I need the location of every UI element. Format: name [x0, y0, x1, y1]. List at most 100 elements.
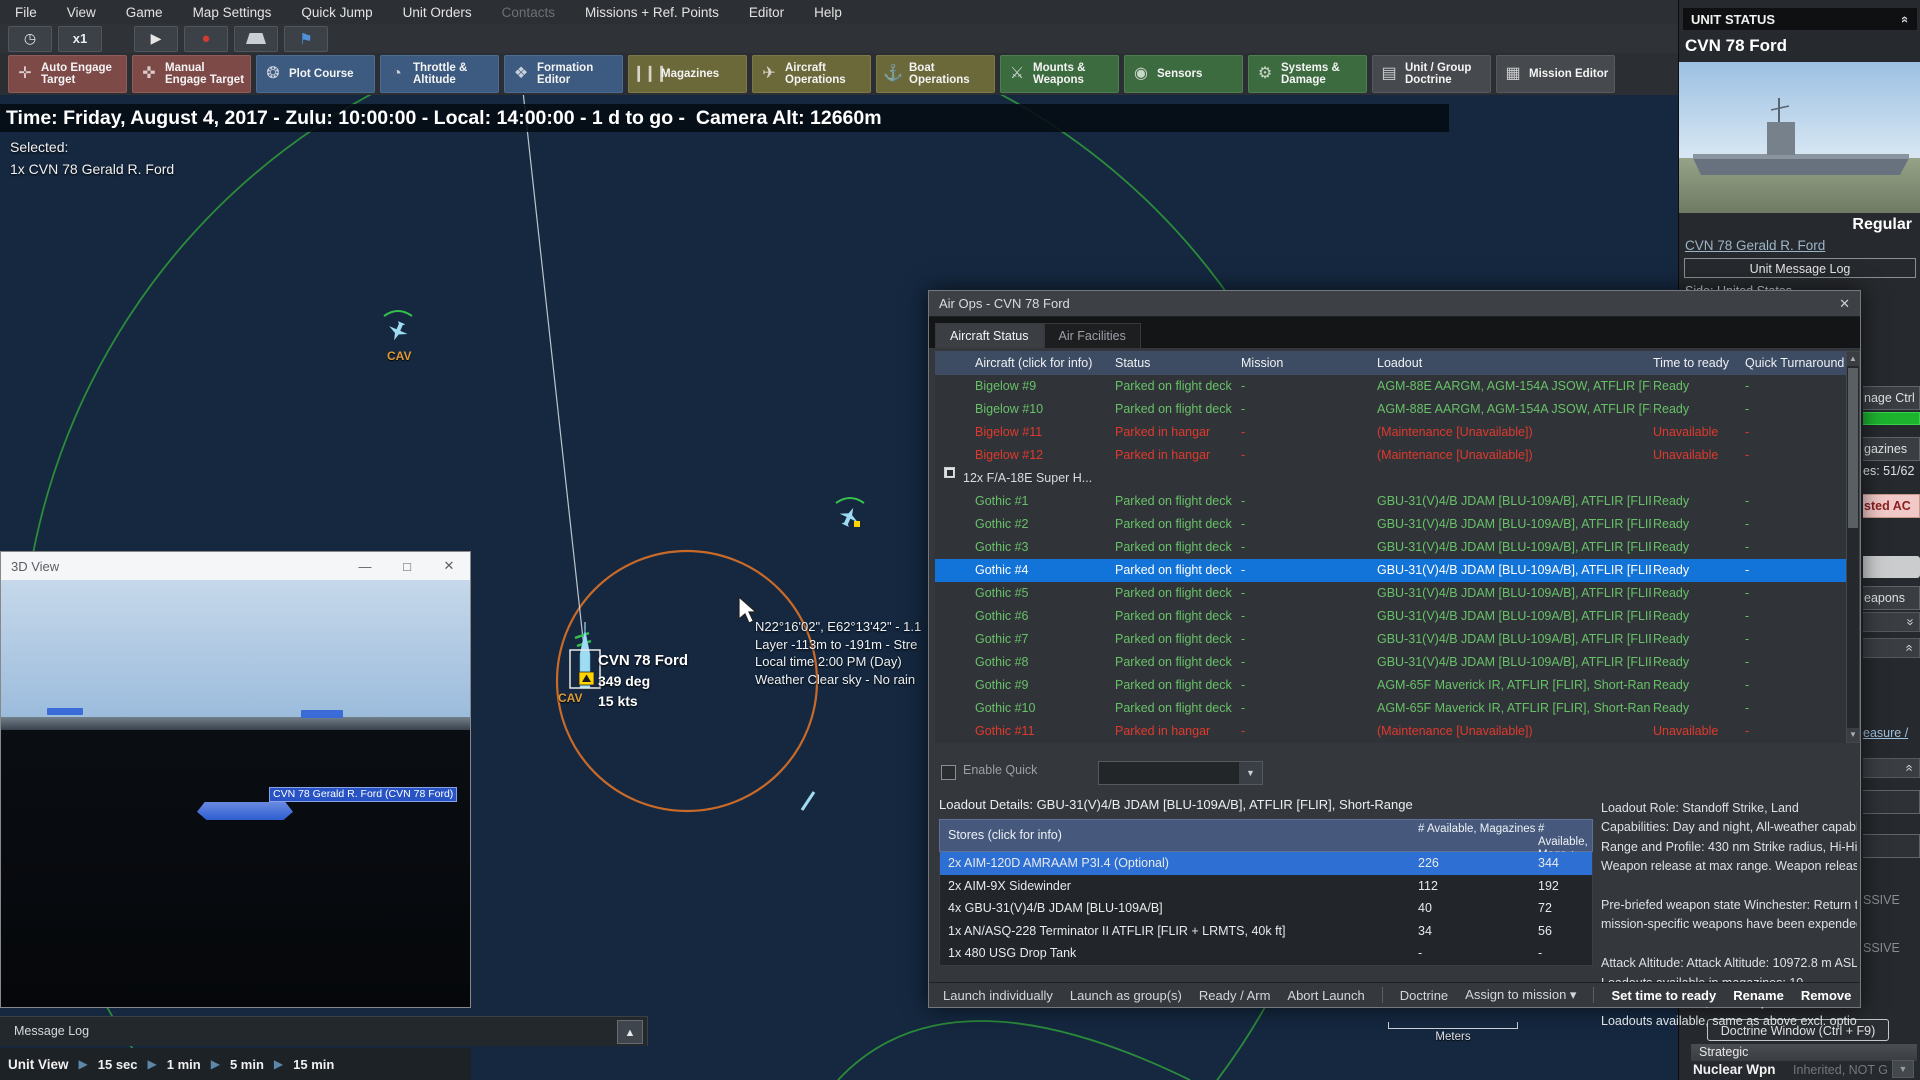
message-log-bar[interactable]: Message Log ▲ — [0, 1016, 648, 1046]
aircraft-row[interactable]: Bigelow #9 Parked on flight deck - AGM-88E … — [935, 375, 1846, 398]
aircraft-row[interactable]: Gothic #3 Parked on flight deck - GBU-31(V)… — [935, 536, 1846, 559]
group-collapse-checkbox[interactable] — [944, 467, 955, 478]
ribbon-magazines[interactable]: ❙❙❙ Magazines — [628, 55, 747, 93]
quick-turnaround-dropdown[interactable]: ▼ — [1098, 761, 1263, 785]
time-step-5-min[interactable]: 5 min — [230, 1057, 264, 1072]
step-arrow-icon[interactable]: ▶ — [79, 1057, 88, 1071]
damage-ctrl-button-clipped[interactable]: nage Ctrl — [1863, 386, 1920, 410]
aircraft-row[interactable]: Gothic #10 Parked on flight deck - AGM-65F … — [935, 697, 1846, 720]
store-row[interactable]: 1x 480 USG Drop Tank - - — [940, 942, 1592, 965]
store-row[interactable]: 2x AIM-120D AMRAAM P3I.4 (Optional) 226 34… — [940, 852, 1592, 875]
aircraft-icon[interactable] — [835, 497, 865, 529]
magazines-button-clipped[interactable]: gazines — [1863, 437, 1920, 461]
step-arrow-icon[interactable]: ▶ — [274, 1057, 283, 1071]
ribbon-unit-group-doctrine[interactable]: ▤ Unit / Group Doctrine — [1372, 55, 1491, 93]
aircraft-icon[interactable] — [800, 791, 816, 811]
menu-item-unit-orders[interactable]: Unit Orders — [388, 5, 487, 20]
ribbon-aircraft-operations[interactable]: ✈ Aircraft Operations — [752, 55, 871, 93]
viewer-3d-scene[interactable]: CVN 78 Gerald R. Ford (CVN 78 Ford) — [1, 580, 470, 1007]
aircraft-row[interactable]: 12x F/A-18E Super H... — [935, 467, 1846, 490]
hosted-ac-button-clipped[interactable]: sted AC — [1863, 494, 1920, 518]
map-display-button[interactable] — [234, 25, 278, 52]
aircraft-row[interactable]: Bigelow #10 Parked on flight deck - AGM-88E… — [935, 398, 1846, 421]
assign-to-mission-button[interactable]: Assign to mission ▾ — [1465, 987, 1576, 1003]
time-step-15-min[interactable]: 15 min — [293, 1057, 334, 1072]
sim-clock-button[interactable]: ◷ — [8, 25, 52, 52]
store-row[interactable]: 2x AIM-9X Sidewinder 112 192 — [940, 875, 1592, 898]
aircraft-row[interactable]: Gothic #7 Parked on flight deck - GBU-31(V)… — [935, 628, 1846, 651]
ribbon-formation-editor[interactable]: ❖ Formation Editor — [504, 55, 623, 93]
set-time-to-ready-button[interactable]: Set time to ready — [1611, 988, 1716, 1003]
time-compression-button[interactable]: x1 — [58, 25, 102, 52]
launch-individually-button[interactable]: Launch individually — [943, 988, 1053, 1003]
aircraft-icon[interactable] — [383, 310, 413, 344]
collapse-bar-clipped[interactable]: « — [1863, 638, 1920, 658]
aircraft-row[interactable]: Bigelow #11 Parked in hangar - (Maintenance… — [935, 421, 1846, 444]
input-clipped[interactable] — [1863, 556, 1920, 578]
aircraft-row[interactable]: Gothic #11 Parked in hangar - (Maintenance … — [935, 720, 1846, 743]
measure-link-clipped[interactable]: easure / — [1863, 726, 1920, 742]
ribbon-throttle-altitude[interactable]: ◔ Throttle & Altitude — [380, 55, 499, 93]
enable-quick-checkbox[interactable] — [941, 765, 956, 780]
abort-launch-button[interactable]: Abort Launch — [1287, 988, 1364, 1003]
ribbon-mounts-weapons[interactable]: ⚔ Mounts & Weapons — [1000, 55, 1119, 93]
menu-item-map-settings[interactable]: Map Settings — [178, 5, 287, 20]
ribbon-mission-editor[interactable]: ▦ Mission Editor — [1496, 55, 1615, 93]
scrollbar-thumb[interactable] — [1848, 368, 1858, 528]
rename-button[interactable]: Rename — [1733, 988, 1784, 1003]
viewer-3d-titlebar[interactable]: 3D View — □ ✕ — [1, 552, 470, 580]
button-clipped[interactable] — [1863, 834, 1920, 858]
collapse-bar-clipped[interactable]: « — [1863, 758, 1920, 778]
menu-item-quick-jump[interactable]: Quick Jump — [286, 5, 387, 20]
menu-item-missions-ref-points[interactable]: Missions + Ref. Points — [570, 5, 734, 20]
menu-item-file[interactable]: File — [0, 5, 52, 20]
doctrine-button[interactable]: Doctrine — [1400, 988, 1448, 1003]
scroll-down-icon[interactable]: ▼ — [1847, 728, 1859, 742]
tab-aircraft-status[interactable]: Aircraft Status — [935, 323, 1044, 348]
ribbon-auto-engage-target[interactable]: ✛ Auto Engage Target — [8, 55, 127, 93]
menu-item-view[interactable]: View — [52, 5, 111, 20]
weapons-button-clipped[interactable]: eapons — [1863, 586, 1920, 610]
scroll-up-icon[interactable]: ▲ — [1847, 352, 1859, 366]
unit-detail-link[interactable]: CVN 78 Gerald R. Ford — [1685, 238, 1825, 253]
quick-jump-flag-button[interactable]: ⚑ — [284, 25, 328, 52]
ready-arm-button[interactable]: Ready / Arm — [1199, 988, 1271, 1003]
aircraft-row[interactable]: Gothic #2 Parked on flight deck - GBU-31(V)… — [935, 513, 1846, 536]
remove-button[interactable]: Remove — [1801, 988, 1852, 1003]
button-clipped[interactable] — [1863, 790, 1920, 814]
aircraft-row[interactable]: Gothic #1 Parked on flight deck - GBU-31(V)… — [935, 490, 1846, 513]
aircraft-row[interactable]: Bigelow #12 Parked in hangar - (Maintenance… — [935, 444, 1846, 467]
aircraft-row[interactable]: Gothic #6 Parked on flight deck - GBU-31(V)… — [935, 605, 1846, 628]
step-arrow-icon[interactable]: ▶ — [148, 1057, 157, 1071]
menu-item-game[interactable]: Game — [111, 5, 178, 20]
play-button[interactable]: ▶ — [134, 25, 178, 52]
carrier-icon[interactable] — [569, 622, 601, 689]
time-step-15-sec[interactable]: 15 sec — [98, 1057, 138, 1072]
carrier-3d-model[interactable] — [197, 802, 293, 820]
aircraft-row[interactable]: Gothic #8 Parked on flight deck - GBU-31(V)… — [935, 651, 1846, 674]
record-button[interactable]: ● — [184, 25, 228, 52]
aircraft-row[interactable]: Gothic #9 Parked on flight deck - AGM-65F M… — [935, 674, 1846, 697]
store-row[interactable]: 4x GBU-31(V)4/B JDAM [BLU-109A/B] 40 72 — [940, 897, 1592, 920]
menu-item-editor[interactable]: Editor — [734, 5, 799, 20]
dialog-titlebar[interactable]: Air Ops - CVN 78 Ford — [929, 291, 1860, 317]
minimize-icon[interactable]: — — [344, 559, 386, 574]
step-arrow-icon[interactable]: ▶ — [211, 1057, 220, 1071]
expand-up-icon[interactable]: ▲ — [617, 1020, 643, 1044]
close-icon[interactable]: ✕ — [1839, 291, 1850, 317]
maximize-icon[interactable]: □ — [386, 559, 428, 574]
time-step-1-min[interactable]: 1 min — [167, 1057, 201, 1072]
aircraft-row[interactable]: Gothic #5 Parked on flight deck - GBU-31(V)… — [935, 582, 1846, 605]
ribbon-sensors[interactable]: ◉ Sensors — [1124, 55, 1243, 93]
store-row[interactable]: 1x AN/ASQ-228 Terminator II ATFLIR [FLIR… — [940, 920, 1592, 943]
tab-air-facilities[interactable]: Air Facilities — [1043, 323, 1141, 348]
launch-as-group-s-button[interactable]: Launch as group(s) — [1070, 988, 1182, 1003]
ribbon-boat-operations[interactable]: ⚓ Boat Operations — [876, 55, 995, 93]
collapse-bar-clipped[interactable]: « — [1863, 612, 1920, 632]
ribbon-plot-course[interactable]: ❂ Plot Course — [256, 55, 375, 93]
menu-item-help[interactable]: Help — [799, 5, 857, 20]
close-icon[interactable]: ✕ — [428, 558, 470, 574]
ribbon-systems-damage[interactable]: ⚙ Systems & Damage — [1248, 55, 1367, 93]
aircraft-row[interactable]: Gothic #4 Parked on flight deck - GBU-31(V)… — [935, 559, 1846, 582]
dropdown-icon[interactable]: ▼ — [1239, 762, 1262, 784]
